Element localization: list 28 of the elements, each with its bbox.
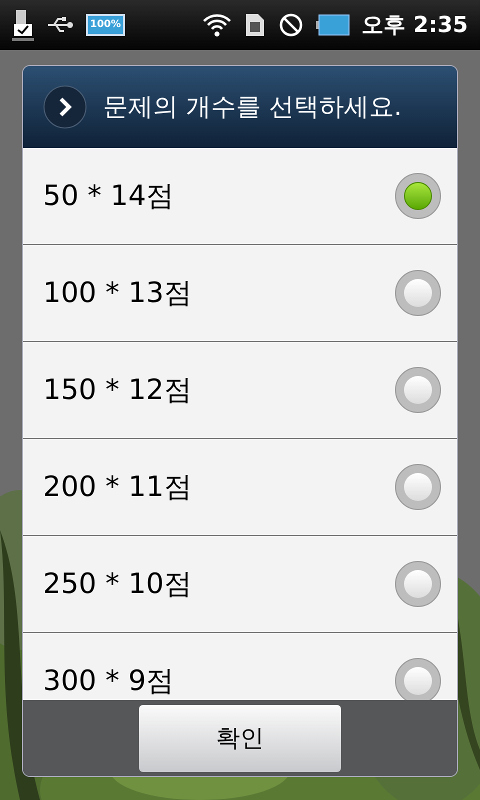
blocked-icon — [278, 12, 304, 38]
radio-button[interactable] — [395, 561, 441, 607]
clock-text: 오후 2:35 — [362, 12, 468, 40]
radio-button[interactable] — [395, 658, 441, 700]
confirm-button[interactable]: 확인 — [139, 704, 341, 772]
option-row[interactable]: 50 * 14점 — [23, 148, 457, 245]
chevron-right-icon — [43, 85, 87, 129]
option-label: 200 * 11점 — [43, 469, 193, 505]
option-row[interactable]: 200 * 11점 — [23, 439, 457, 536]
wifi-icon — [202, 13, 232, 37]
dialog-title: 문제의 개수를 선택하세요. — [103, 91, 402, 124]
download-done-icon — [12, 8, 34, 42]
battery-level-badge: 100% — [86, 14, 125, 36]
option-label: 50 * 14점 — [43, 178, 176, 214]
radio-button[interactable] — [395, 464, 441, 510]
option-label: 250 * 10점 — [43, 566, 193, 602]
sim-card-icon — [244, 12, 266, 38]
option-label: 150 * 12점 — [43, 372, 193, 408]
option-row[interactable]: 150 * 12점 — [23, 342, 457, 439]
battery-icon — [316, 14, 350, 36]
option-label: 300 * 9점 — [43, 663, 176, 699]
option-label: 100 * 13점 — [43, 275, 193, 311]
option-row[interactable]: 100 * 13점 — [23, 245, 457, 342]
radio-button[interactable] — [395, 367, 441, 413]
option-row[interactable]: 250 * 10점 — [23, 536, 457, 633]
radio-button[interactable] — [395, 270, 441, 316]
usb-icon — [46, 15, 74, 35]
radio-button[interactable] — [395, 173, 441, 219]
